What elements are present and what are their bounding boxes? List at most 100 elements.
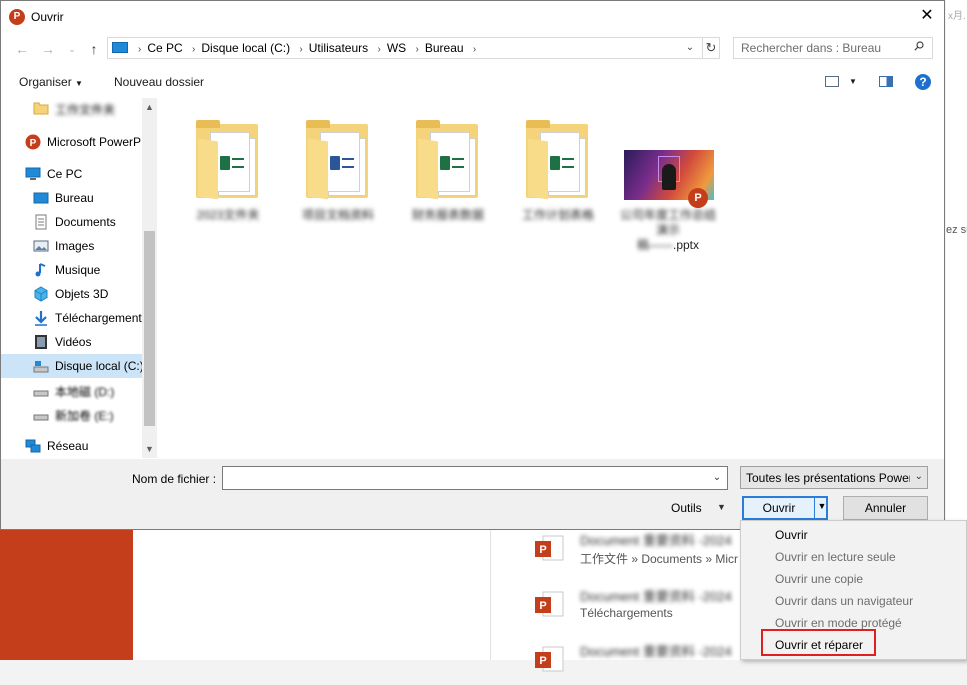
breadcrumb-item[interactable]: Disque local (C:): [201, 38, 290, 58]
network-icon: [25, 439, 41, 453]
recent-file-title: Document 重要资料 -2024: [580, 533, 732, 548]
search-box[interactable]: [733, 37, 933, 59]
breadcrumb-item[interactable]: WS: [387, 38, 406, 58]
images-icon: [33, 240, 49, 252]
sidebar-item-downloads[interactable]: Téléchargements: [1, 306, 148, 330]
sidebar-item-label: Microsoft PowerP: [47, 135, 142, 149]
scroll-up-icon[interactable]: ▲: [142, 100, 157, 114]
open-button-label[interactable]: Ouvrir: [744, 501, 814, 515]
search-input[interactable]: [734, 38, 916, 58]
powerpoint-sidebar: [0, 530, 133, 660]
menu-item-open-read-only[interactable]: Ouvrir en lecture seule: [775, 550, 896, 564]
sidebar-item-this-pc[interactable]: Ce PC: [1, 162, 142, 186]
navigation-bar: ← → ⌄ ↑ › Ce PC › Disque local (C:) › Utili…: [1, 35, 944, 63]
scroll-down-icon[interactable]: ▼: [142, 442, 157, 456]
menu-item-open-in-browser[interactable]: Ouvrir dans un navigateur: [775, 594, 913, 608]
up-arrow-icon[interactable]: ↑: [85, 39, 103, 59]
recent-locations-chevron-icon[interactable]: ⌄: [63, 39, 81, 59]
chevron-down-icon[interactable]: ▼: [849, 77, 857, 86]
chevron-right-icon[interactable]: ›: [416, 40, 419, 60]
scrollbar-thumb[interactable]: [144, 231, 155, 426]
sidebar-item-drive-d[interactable]: 本地磁 (D:): [1, 378, 142, 402]
address-bar[interactable]: › Ce PC › Disque local (C:) › Utilisateurs …: [107, 37, 720, 59]
sidebar-item-local-disk-c[interactable]: Disque local (C:): [1, 354, 144, 378]
chevron-down-icon[interactable]: ⌄: [682, 38, 698, 58]
sidebar-item-documents[interactable]: Documents: [1, 210, 142, 234]
excel-badge-icon: [550, 156, 560, 170]
open-options-menu: Ouvrir Ouvrir en lecture seule Ouvrir un…: [740, 520, 967, 660]
background-corner-text: x月.: [948, 11, 966, 22]
help-icon[interactable]: ?: [915, 74, 931, 90]
breadcrumb-item[interactable]: Ce PC: [147, 38, 182, 58]
menu-item-open[interactable]: Ouvrir: [775, 528, 808, 542]
drive-icon: [33, 361, 49, 373]
folder-item[interactable]: 工作计划表格: [508, 110, 608, 230]
computer-icon: [25, 167, 41, 180]
powerpoint-icon: P: [9, 9, 25, 25]
menu-item-open-protected-view[interactable]: Ouvrir en mode protégé: [775, 616, 902, 630]
chevron-down-icon[interactable]: ⌄: [709, 467, 725, 489]
sidebar-item-label: 工作文件夹: [55, 103, 116, 117]
sidebar-item-powerpoint[interactable]: P Microsoft PowerP: [1, 130, 142, 154]
preview-pane-icon[interactable]: [879, 76, 893, 87]
folder-item[interactable]: 2023文件夹: [178, 110, 278, 230]
tools-menu[interactable]: Outils: [671, 501, 702, 515]
sidebar-item-folder[interactable]: 工作文件夹: [1, 96, 142, 120]
recent-file-path: Téléchargements: [580, 606, 673, 620]
sidebar-item-videos[interactable]: Vidéos: [1, 330, 142, 354]
excel-badge-icon: [440, 156, 450, 170]
chevron-down-icon: ▼: [75, 79, 83, 88]
sidebar-item-images[interactable]: Images: [1, 234, 142, 258]
sidebar-scrollbar[interactable]: ▲ ▼: [142, 98, 157, 458]
new-folder-button[interactable]: Nouveau dossier: [114, 75, 204, 89]
breadcrumb-item[interactable]: Bureau: [425, 38, 464, 58]
sidebar-item-label: 新加卷 (E:): [55, 409, 114, 423]
dialog-title: Ouvrir: [31, 10, 64, 24]
file-name: 项目文档资料: [301, 208, 374, 222]
menu-item-open-and-repair[interactable]: Ouvrir et réparer: [775, 638, 863, 652]
sidebar-item-music[interactable]: Musique: [1, 258, 142, 282]
pptx-file-item[interactable]: P 公司年度工作总结演示 稿——.pptx: [618, 110, 718, 252]
chevron-right-icon[interactable]: ›: [377, 40, 380, 60]
sidebar-item-label: Bureau: [55, 191, 94, 205]
filename-label: Nom de fichier :: [132, 472, 217, 486]
breadcrumb-item[interactable]: Utilisateurs: [309, 38, 368, 58]
file-name-line2: 稿——: [636, 238, 673, 252]
forward-arrow-icon[interactable]: →: [39, 39, 57, 59]
chevron-right-icon[interactable]: ›: [192, 40, 195, 60]
sidebar-item-label: Objets 3D: [55, 287, 109, 301]
sidebar-item-drive-e[interactable]: 新加卷 (E:): [1, 402, 142, 426]
change-view-icon[interactable]: [825, 76, 839, 87]
back-arrow-icon[interactable]: ←: [13, 39, 31, 59]
folder-item[interactable]: 财务报表数据: [398, 110, 498, 230]
sidebar-item-3d-objects[interactable]: Objets 3D: [1, 282, 142, 306]
word-badge-icon: [330, 156, 340, 170]
close-button[interactable]: ✕: [910, 1, 944, 31]
folder-icon: [306, 120, 370, 200]
filename-input[interactable]: [223, 467, 711, 489]
chevron-down-icon[interactable]: ▼: [717, 502, 726, 512]
split-divider: [814, 498, 815, 518]
cancel-button[interactable]: Annuler: [843, 496, 928, 520]
folder-item[interactable]: 项目文档资料: [288, 110, 388, 230]
sidebar-item-desktop[interactable]: Bureau: [1, 186, 142, 210]
organize-menu[interactable]: Organiser ▼: [19, 75, 83, 89]
folder-icon: [33, 102, 49, 115]
organize-label: Organiser: [19, 75, 72, 89]
documents-icon: [35, 214, 47, 230]
chevron-right-icon[interactable]: ›: [473, 40, 476, 60]
refresh-icon[interactable]: ↻: [702, 38, 719, 58]
search-icon[interactable]: [914, 41, 924, 51]
sidebar-item-network[interactable]: Réseau: [1, 434, 142, 458]
excel-badge-icon: [220, 156, 230, 170]
recent-file-title: Document 重要资料 -2024: [580, 644, 732, 659]
breadcrumb: › Ce PC › Disque local (C:) › Utilisateurs …: [132, 38, 482, 58]
recent-file-title: Document 重要资料 -2024: [580, 589, 732, 604]
open-dropdown-arrow-icon[interactable]: ▼: [816, 501, 828, 511]
chevron-right-icon[interactable]: ›: [299, 40, 302, 60]
folder-icon: [526, 120, 590, 200]
open-split-button[interactable]: Ouvrir ▼: [742, 496, 828, 520]
file-type-select[interactable]: Toutes les présentations PowerPoint ⌄: [740, 466, 928, 489]
menu-item-open-copy[interactable]: Ouvrir une copie: [775, 572, 863, 586]
filename-combobox[interactable]: ⌄: [222, 466, 728, 490]
